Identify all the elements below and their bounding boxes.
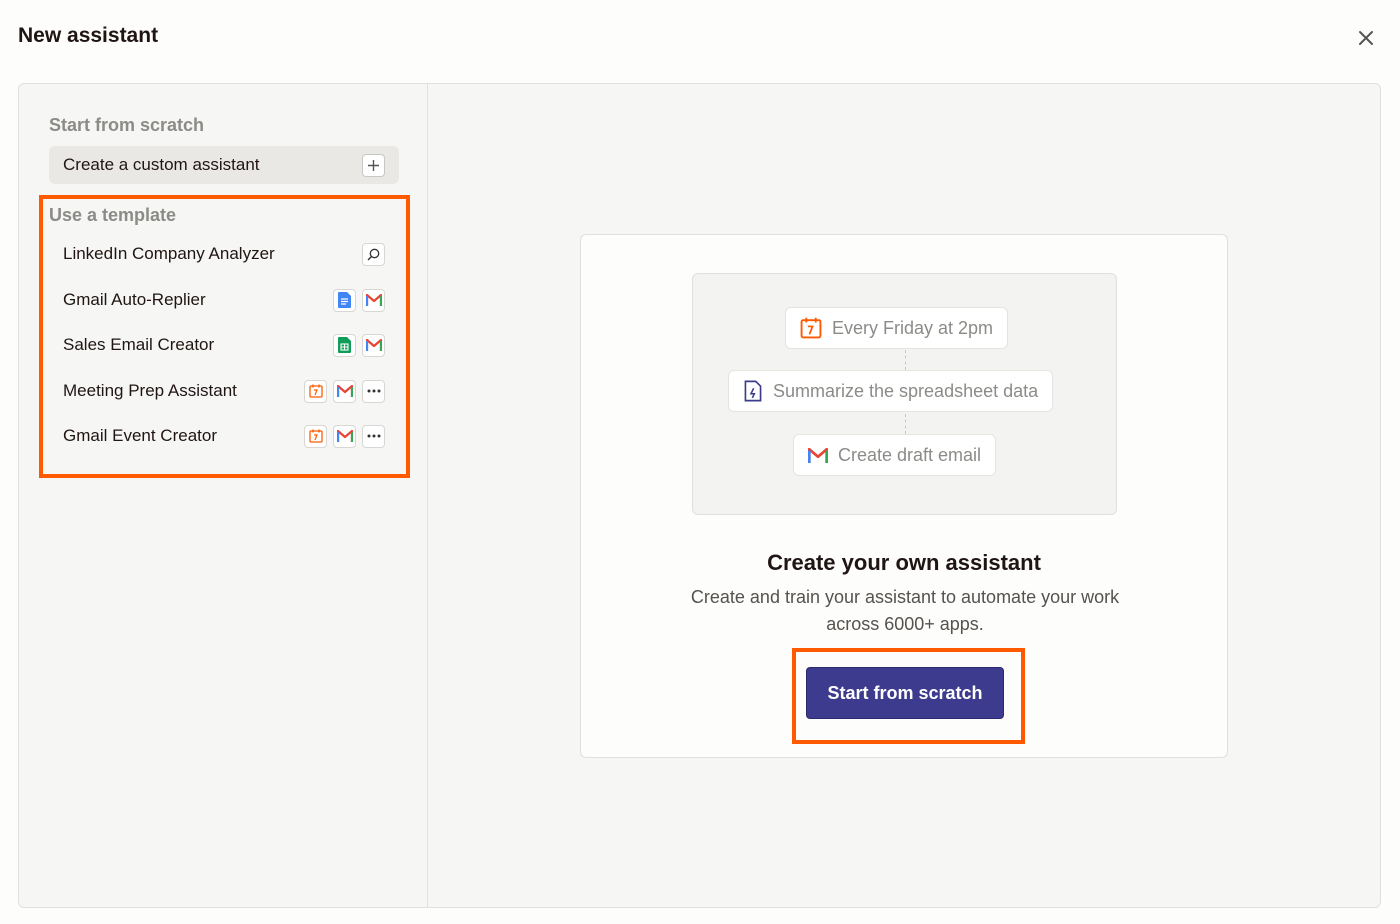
template-label: Sales Email Creator [63,335,215,354]
gmail-icon [362,288,385,312]
search-icon [362,242,385,266]
flow-step-label: Every Friday at 2pm [832,317,994,338]
flow-step-trigger: Every Friday at 2pm [785,307,1009,349]
flow-step-action-email: Create draft email [793,434,997,476]
gmail-icon [362,333,385,357]
template-gmail-event-creator[interactable]: Gmail Event Creator [49,416,399,456]
create-custom-assistant-button[interactable]: Create a custom assistant [49,146,399,184]
dialog-panel: Start from scratch Create a custom assis… [18,83,1381,908]
plus-icon [362,153,385,177]
flow-step-action-summarize: Summarize the spreadsheet data [728,370,1054,412]
template-label: LinkedIn Company Analyzer [63,244,275,263]
create-custom-assistant-label: Create a custom assistant [63,155,260,174]
create-assistant-card: Every Friday at 2pm Summarize the spread… [580,234,1228,758]
close-icon [1359,31,1373,45]
schedule-icon [800,317,822,339]
ai-document-icon [744,380,762,402]
gmail-icon [333,424,356,448]
more-icon [362,424,385,448]
template-sales-email-creator[interactable]: Sales Email Creator [49,325,399,365]
flow-connector [905,414,906,434]
template-label: Meeting Prep Assistant [63,381,237,400]
card-title: Create your own assistant [767,550,1041,575]
schedule-icon [304,424,327,448]
card-description: Create and train your assistant to autom… [690,587,1120,634]
google-docs-icon [333,288,356,312]
gmail-icon [808,447,828,463]
workflow-preview: Every Friday at 2pm Summarize the spread… [692,273,1117,515]
template-label: Gmail Auto-Replier [63,290,206,309]
start-from-scratch-button[interactable]: Start from scratch [806,667,1004,719]
flow-connector [905,350,906,370]
flow-step-label: Create draft email [838,444,982,465]
sidebar: Start from scratch Create a custom assis… [19,84,428,907]
dialog-title: New assistant [18,24,159,47]
google-sheets-icon [333,333,356,357]
more-icon [362,379,385,403]
template-meeting-prep-assistant[interactable]: Meeting Prep Assistant [49,371,399,411]
use-template-label: Use a template [49,205,177,225]
template-gmail-auto-replier[interactable]: Gmail Auto-Replier [49,280,399,320]
flow-step-label: Summarize the spreadsheet data [773,380,1039,401]
close-button[interactable] [1352,24,1380,52]
start-from-scratch-label: Start from scratch [49,115,205,135]
schedule-icon [304,379,327,403]
template-linkedin-company-analyzer[interactable]: LinkedIn Company Analyzer [49,234,399,274]
gmail-icon [333,379,356,403]
template-label: Gmail Event Creator [63,426,217,445]
